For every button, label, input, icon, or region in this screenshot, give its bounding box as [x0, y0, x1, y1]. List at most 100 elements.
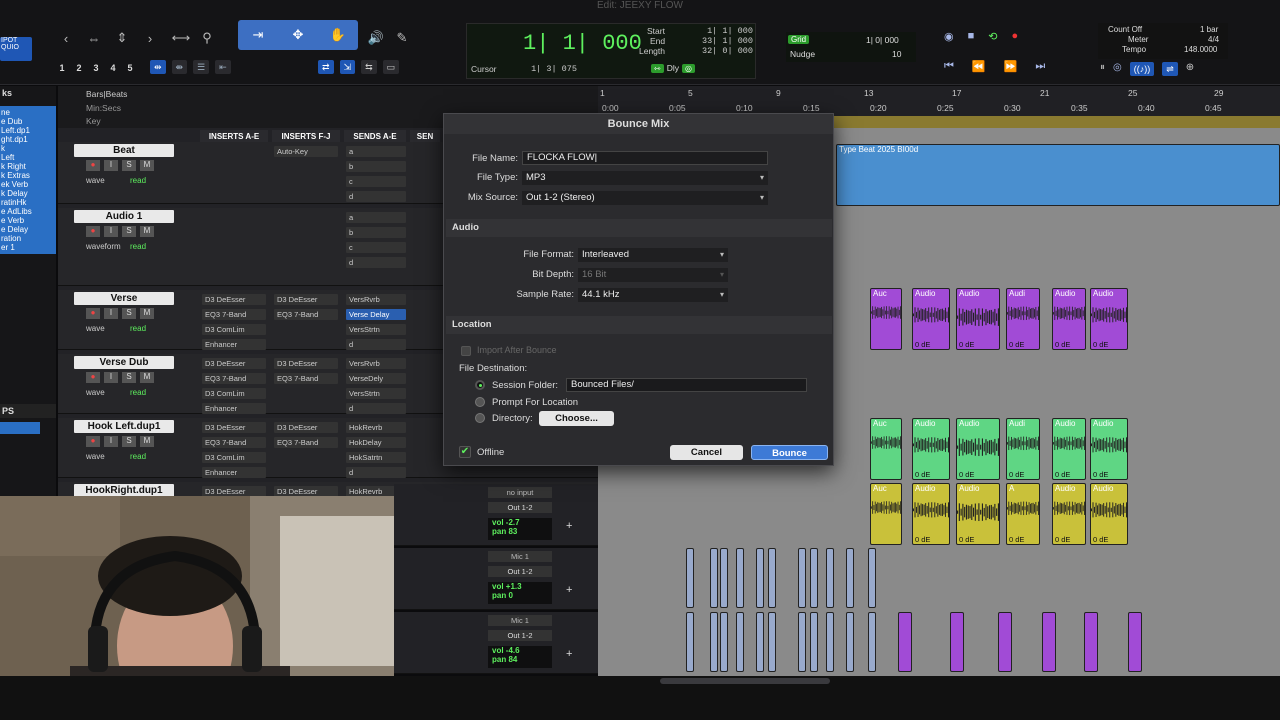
mute-button[interactable]: M [140, 226, 154, 237]
audio-clip[interactable] [868, 612, 876, 672]
audio-clip[interactable] [826, 548, 834, 608]
online-icon[interactable]: ◉ [944, 30, 954, 43]
send-slot[interactable]: Verse Delay [346, 309, 406, 320]
smart-tool[interactable]: ⇥ ✥ ✋ [238, 20, 358, 50]
main-counter[interactable]: 1| 1| 000 [523, 31, 642, 56]
audio-clip[interactable]: A 0 dE [1006, 483, 1040, 545]
audio-clip[interactable] [710, 612, 718, 672]
track-name[interactable]: Hook Left.dup1 [74, 420, 174, 433]
track-view[interactable]: wave [86, 452, 105, 461]
send-slot[interactable]: d [346, 191, 406, 202]
record-icon[interactable]: ● [1011, 30, 1018, 43]
vol-pan-display[interactable]: vol +1.3 pan 0 [488, 582, 552, 604]
go-to-end-icon[interactable]: ⏭ [1035, 60, 1045, 73]
track-list-item[interactable]: Left.dp1 [0, 126, 56, 135]
automation-mode[interactable]: read [130, 324, 146, 333]
send-slot[interactable]: c [346, 176, 406, 187]
groups-selected[interactable] [0, 422, 40, 434]
left-selector[interactable]: IPOT QUIO [0, 37, 32, 61]
audio-clip[interactable]: Audio 0 dE [912, 288, 950, 350]
audio-clip[interactable] [998, 612, 1012, 672]
insert-slot[interactable]: EQ3 7-Band [202, 309, 266, 320]
input-monitor-icon[interactable]: I [104, 160, 118, 171]
audio-clip[interactable] [950, 612, 964, 672]
zoom-preset-4[interactable]: 4 [106, 61, 120, 75]
metronome-icon[interactable]: ⏸ [1100, 62, 1105, 76]
solo-button[interactable]: S [122, 308, 136, 319]
audio-clip[interactable]: Audio 0 dE [956, 483, 1000, 545]
grid-mode-icon[interactable]: ⇤ [215, 60, 231, 74]
prompt-location-radio[interactable] [475, 397, 485, 407]
solo-button[interactable]: S [122, 436, 136, 447]
audio-clip[interactable]: Audio 0 dE [912, 483, 950, 545]
mute-button[interactable]: M [140, 372, 154, 383]
insert-slot[interactable]: D3 DeEsser [274, 422, 338, 433]
audio-clip[interactable] [868, 548, 876, 608]
track-list-item[interactable]: ne [0, 108, 56, 117]
output-select[interactable]: Out 1-2 [488, 502, 552, 513]
zoom-preset-2[interactable]: 2 [72, 61, 86, 75]
insert-slot[interactable]: EQ3 7-Band [274, 437, 338, 448]
insert-slot[interactable]: Enhancer [202, 467, 266, 478]
spot-mode-icon[interactable]: ☰ [193, 60, 210, 74]
zoom-preset-3[interactable]: 3 [89, 61, 103, 75]
cancel-button[interactable]: Cancel [670, 445, 743, 460]
speaker-icon[interactable]: 🔊 [365, 28, 387, 48]
audio-clip[interactable]: Auc [870, 483, 902, 545]
insert-slot[interactable]: D3 DeEsser [274, 358, 338, 369]
insert-slot[interactable]: EQ3 7-Band [202, 437, 266, 448]
file-type-select[interactable]: MP3 ▾ [522, 171, 768, 185]
audio-clip[interactable]: Audio 0 dE [1090, 418, 1128, 480]
audio-clip[interactable]: Audi 0 dE [1006, 288, 1040, 350]
audio-clip[interactable] [846, 612, 854, 672]
beat-clip[interactable]: Type Beat 2025 BI00d [836, 144, 1280, 206]
track-name[interactable]: Verse [74, 292, 174, 305]
file-name-input[interactable]: FLOCKA FLOW| [522, 151, 768, 165]
chevron-right-icon[interactable]: › [139, 28, 161, 48]
insert-slot[interactable]: EQ3 7-Band [274, 373, 338, 384]
insert-slot[interactable]: D3 DeEsser [202, 422, 266, 433]
audio-clip[interactable] [810, 612, 818, 672]
audio-clip[interactable]: Audio 0 dE [1090, 483, 1128, 545]
audio-clip[interactable] [1042, 612, 1056, 672]
audio-clip[interactable] [756, 548, 764, 608]
file-format-select[interactable]: Interleaved ▾ [578, 248, 728, 262]
audio-clip[interactable]: Audio 0 dE [956, 418, 1000, 480]
track-list-item[interactable]: e Dub [0, 117, 56, 126]
track-view[interactable]: wave [86, 388, 105, 397]
zoomer-icon[interactable]: ⚲ [196, 28, 218, 48]
audio-clip[interactable]: Auc [870, 288, 902, 350]
audio-clip[interactable]: Audi 0 dE [1006, 418, 1040, 480]
grid-value[interactable]: 1| 0| 000 [866, 35, 899, 45]
stop-icon[interactable]: ■ [968, 30, 975, 43]
track-list-item[interactable]: k [0, 144, 56, 153]
mute-button[interactable]: M [140, 436, 154, 447]
audio-clip[interactable] [826, 612, 834, 672]
insert-slot[interactable]: EQ3 7-Band [274, 309, 338, 320]
audio-clip[interactable] [720, 612, 728, 672]
send-slot[interactable]: VerseDely [346, 373, 406, 384]
automation-mode[interactable]: read [130, 242, 146, 251]
solo-button[interactable]: S [122, 226, 136, 237]
choose-button[interactable]: Choose... [539, 411, 614, 426]
solo-button[interactable]: S [122, 372, 136, 383]
insert-slot[interactable]: Enhancer [202, 403, 266, 414]
send-slot[interactable]: VersStrtn [346, 388, 406, 399]
automation-mode[interactable]: read [130, 388, 146, 397]
audio-clip[interactable]: Audio 0 dE [956, 288, 1000, 350]
track-list-item[interactable]: k Extras [0, 171, 56, 180]
mute-button[interactable]: M [140, 308, 154, 319]
vol-pan-display[interactable]: vol -2.7 pan 83 [488, 518, 552, 540]
audio-clip[interactable] [1128, 612, 1142, 672]
insert-slot[interactable]: D3 ComLim [202, 452, 266, 463]
record-arm-icon[interactable]: ● [86, 308, 100, 319]
zoom-in-icon[interactable]: ⇔ [83, 28, 105, 48]
send-slot[interactable]: HokSatrtn [346, 452, 406, 463]
audio-clip[interactable] [898, 612, 912, 672]
mixer-icon[interactable]: ⊕ [1186, 62, 1194, 76]
audio-clip[interactable]: Audio 0 dE [1052, 483, 1086, 545]
loop-record-icon[interactable]: ⇌ [1162, 62, 1178, 76]
track-name[interactable]: Beat [74, 144, 174, 157]
input-select[interactable]: no input [488, 487, 552, 498]
vol-pan-display[interactable]: vol -4.6 pan 84 [488, 646, 552, 668]
